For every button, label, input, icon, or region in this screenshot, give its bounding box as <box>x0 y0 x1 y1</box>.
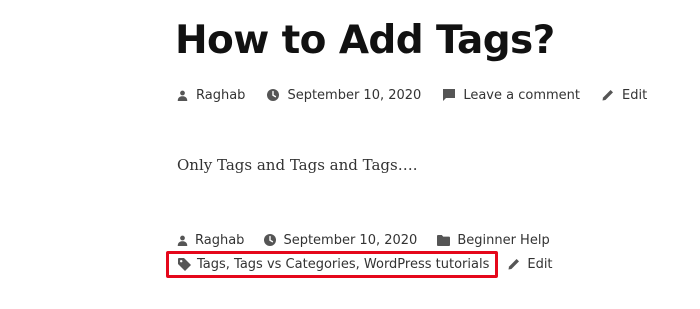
header-author[interactable]: Raghab <box>177 88 245 103</box>
folder-icon <box>437 234 451 246</box>
pencil-icon <box>602 90 613 101</box>
footer-edit-link[interactable]: Edit <box>527 257 552 272</box>
user-icon <box>177 90 188 101</box>
footer-date-link[interactable]: September 10, 2020 <box>283 233 417 248</box>
header-edit[interactable]: Edit <box>602 88 647 103</box>
post-title[interactable]: How to Add Tags? <box>175 16 555 66</box>
footer-author-link[interactable]: Raghab <box>195 233 244 248</box>
post-page: How to Add Tags? Raghab September 10, 20… <box>0 0 700 309</box>
header-author-link[interactable]: Raghab <box>196 88 245 103</box>
leave-comment-link[interactable]: Leave a comment <box>463 88 580 103</box>
post-content: Only Tags and Tags and Tags…. <box>177 156 418 174</box>
footer-category[interactable]: Beginner Help <box>437 233 550 248</box>
footer-author[interactable]: Raghab <box>177 233 244 248</box>
post-header-meta: Raghab September 10, 2020 Leave a commen… <box>177 86 647 104</box>
post-tags-row: Tags, Tags vs Categories, WordPress tuto… <box>166 249 553 279</box>
footer-date[interactable]: September 10, 2020 <box>264 233 417 248</box>
clock-icon <box>267 89 280 101</box>
pencil-icon <box>508 259 520 270</box>
header-comments[interactable]: Leave a comment <box>443 88 580 103</box>
header-date-link[interactable]: September 10, 2020 <box>287 88 421 103</box>
user-icon <box>177 235 188 246</box>
clock-icon <box>264 234 277 246</box>
edit-link[interactable]: Edit <box>622 88 647 103</box>
footer-edit[interactable]: Edit <box>508 257 553 272</box>
tag-icon <box>178 257 191 271</box>
tags-highlight-box: Tags, Tags vs Categories, WordPress tuto… <box>166 250 499 278</box>
post-footer-meta: Raghab September 10, 2020 Beginner Help <box>177 231 550 249</box>
comment-icon <box>443 89 456 101</box>
category-link[interactable]: Beginner Help <box>457 233 549 248</box>
header-date[interactable]: September 10, 2020 <box>267 88 421 103</box>
tags-list[interactable]: Tags, Tags vs Categories, WordPress tuto… <box>197 257 489 272</box>
